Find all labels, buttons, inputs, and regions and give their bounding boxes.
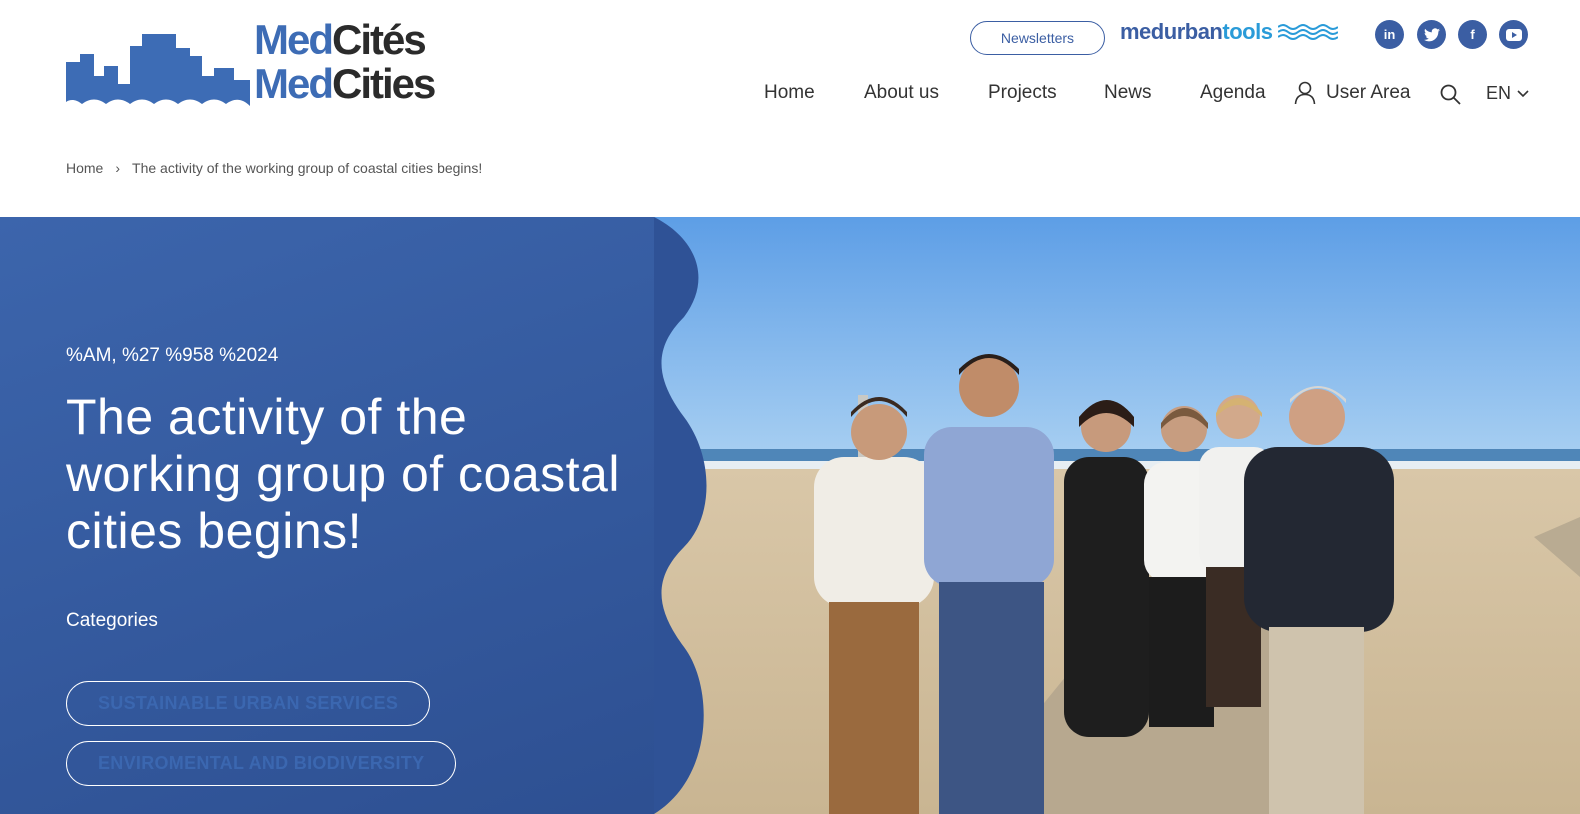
nav-home[interactable]: Home bbox=[764, 80, 815, 106]
nav-user-area[interactable]: User Area bbox=[1294, 80, 1410, 106]
user-area-label: User Area bbox=[1326, 82, 1411, 103]
medurbantools-logo[interactable]: med urban tools bbox=[1120, 17, 1339, 47]
facebook-icon[interactable]: f bbox=[1458, 20, 1487, 49]
medurbantools-tools: tools bbox=[1222, 19, 1273, 44]
hero-section: %AM, %27 %958 %2024 The activity of the … bbox=[0, 217, 1580, 814]
medcities-logo[interactable]: MedCités MedCities bbox=[66, 18, 466, 108]
city-skyline-logo-icon bbox=[66, 34, 250, 106]
nav-projects[interactable]: Projects bbox=[988, 80, 1057, 106]
hero-photo bbox=[654, 217, 1580, 814]
category-pill-enviromental-and-biodiversity[interactable]: ENVIROMENTAL AND BIODIVERSITY bbox=[66, 741, 457, 786]
article-date: %AM, %27 %958 %2024 bbox=[66, 345, 279, 366]
linkedin-icon[interactable]: in bbox=[1375, 20, 1404, 49]
categories-label: Categories bbox=[66, 610, 158, 631]
nav-agenda[interactable]: Agenda bbox=[1200, 80, 1266, 106]
chevron-down-icon bbox=[1517, 89, 1529, 97]
language-selector[interactable]: EN bbox=[1486, 83, 1529, 104]
medurbantools-urban: urban bbox=[1163, 19, 1223, 44]
twitter-icon[interactable] bbox=[1417, 20, 1446, 49]
nav-news[interactable]: News bbox=[1104, 80, 1152, 106]
waves-icon bbox=[1278, 24, 1339, 40]
youtube-icon[interactable] bbox=[1499, 20, 1528, 49]
medurbantools-med: med bbox=[1120, 19, 1164, 44]
logo-med-1: Med bbox=[254, 16, 334, 63]
article-title: The activity of the working group of coa… bbox=[66, 389, 620, 559]
logo-med-2: Med bbox=[254, 60, 334, 107]
search-icon[interactable] bbox=[1440, 84, 1461, 105]
breadcrumb-separator: › bbox=[115, 160, 121, 176]
logo-cites: Cités bbox=[332, 16, 427, 63]
wave-divider bbox=[654, 217, 707, 814]
logo-wordmark: MedCités MedCities bbox=[254, 16, 436, 107]
breadcrumb-current: The activity of the working group of coa… bbox=[132, 160, 483, 176]
language-label: EN bbox=[1486, 83, 1512, 103]
logo-cities: Cities bbox=[332, 60, 436, 107]
category-pill-sustainable-urban-services[interactable]: SUSTAINABLE URBAN SERVICES bbox=[66, 681, 431, 726]
site-header: MedCités MedCities Newsletters med urban t… bbox=[0, 0, 1580, 217]
newsletters-button[interactable]: Newsletters bbox=[970, 21, 1105, 55]
nav-about-us[interactable]: About us bbox=[864, 80, 939, 106]
breadcrumb: Home › The activity of the working group… bbox=[66, 160, 482, 176]
user-icon bbox=[1294, 81, 1316, 105]
breadcrumb-home[interactable]: Home bbox=[66, 160, 103, 176]
group-photo-image bbox=[654, 217, 1580, 814]
